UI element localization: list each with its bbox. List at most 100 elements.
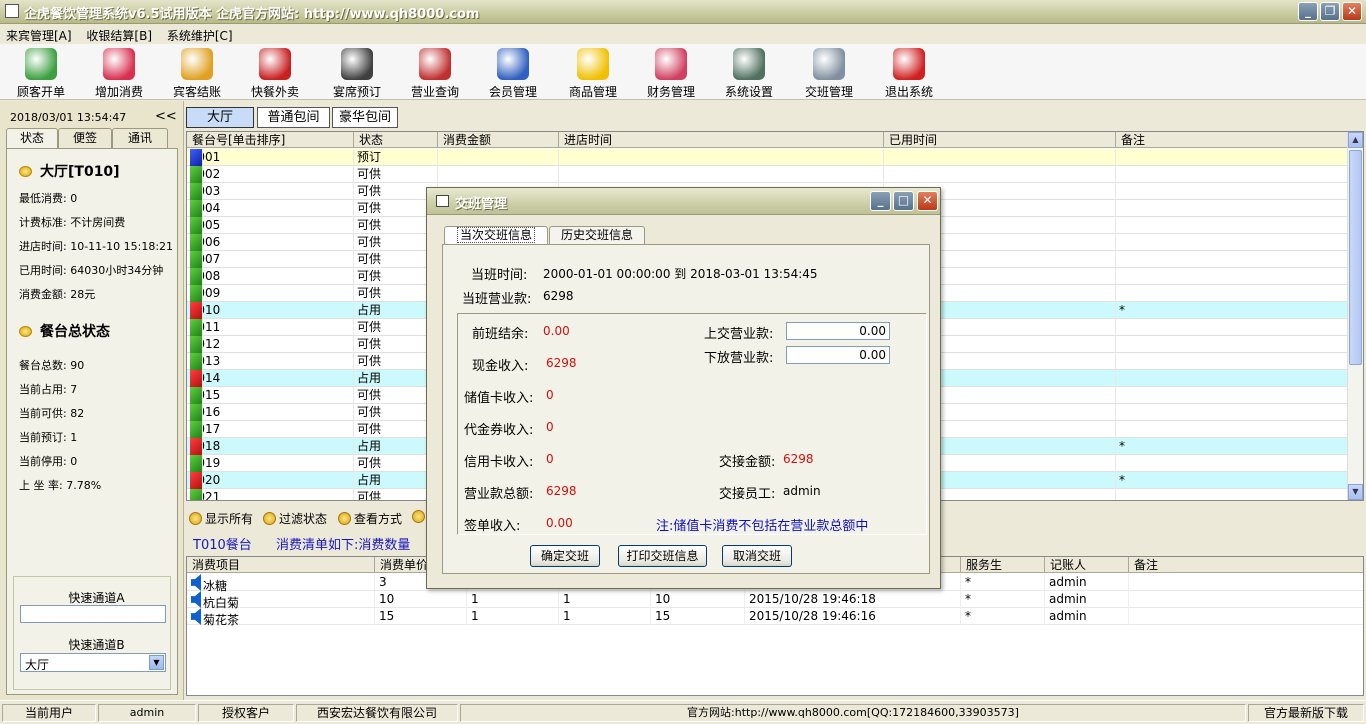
table-flag-icon	[190, 217, 203, 234]
tab-standard-room[interactable]: 普通包间	[257, 107, 330, 128]
toolbar-button-11[interactable]: 交班管理	[790, 48, 868, 99]
shift-revenue-label: 当班营业款:	[462, 292, 532, 307]
dialog-maximize-button[interactable]: □	[893, 191, 914, 211]
toolbar-button-9[interactable]: 财务管理	[632, 48, 710, 99]
toolbar-button-8[interactable]: 商品管理	[554, 48, 632, 99]
tab-shift-history[interactable]: 历史交班信息	[549, 226, 645, 245]
consumption-cell-item: 冰糖	[187, 574, 375, 593]
collapse-button[interactable]: <<	[155, 109, 177, 124]
toolbar-button-7[interactable]: 会员管理	[474, 48, 552, 99]
table-flag-icon	[190, 166, 203, 183]
col-elapsed[interactable]: 已用时间	[884, 132, 1116, 148]
cash-income-value: 6298	[546, 356, 577, 370]
col-note[interactable]: 备注	[1116, 132, 1349, 148]
print-handover-button[interactable]: 打印交班信息	[618, 545, 707, 567]
dialog-title-bar: 交班管理 _ □ ✕	[427, 188, 940, 215]
toolbar-button-3[interactable]: 宾客结账	[158, 48, 236, 99]
consumption-cell-waiter: *	[961, 608, 1045, 625]
toolbar-button-1[interactable]: 顾客开单	[2, 48, 80, 99]
col-remark[interactable]: 备注	[1129, 557, 1363, 573]
report-icon	[419, 48, 451, 80]
scroll-up-icon[interactable]: ▲	[1348, 132, 1363, 148]
col-clerk[interactable]: 记账人	[1045, 557, 1129, 573]
shift-time-value: 2000-01-01 00:00:00 到 2018-03-01 13:54:4…	[543, 267, 818, 281]
consumption-cell-c4: 1	[559, 591, 651, 608]
shift-handover-dialog: 交班管理 _ □ ✕ 当次交班信息 历史交班信息 当班时间: 2000-01-0…	[426, 187, 941, 589]
payment-group: 前班结余: 0.00 现金收入: 6298 储值卡收入: 0 代金券收入: 0 …	[457, 313, 927, 535]
tab-status[interactable]: 状态	[6, 128, 58, 149]
menu-guest-management[interactable]: 来宾管理[A]	[0, 24, 77, 44]
info-amount: 消费金额: 28元	[19, 288, 96, 301]
cell-note	[1116, 404, 1349, 421]
cell-note	[1116, 166, 1349, 183]
tab-current-shift[interactable]: 当次交班信息	[444, 226, 548, 245]
confirm-handover-button[interactable]: 确定交班	[530, 545, 600, 567]
status-current-user-label: 当前用户	[2, 704, 96, 722]
summary-disabled: 当前停用: 0	[19, 455, 78, 468]
quick-channel-a-input[interactable]	[20, 605, 166, 623]
table-flag-icon	[190, 268, 203, 285]
tab-hall[interactable]: 大厅	[186, 107, 254, 128]
submit-revenue-input[interactable]: 0.00	[786, 322, 890, 340]
filter-status-button[interactable]: 过滤状态	[263, 510, 327, 527]
toolbar-button-6[interactable]: 营业查询	[396, 48, 474, 99]
dialog-close-button[interactable]: ✕	[917, 191, 938, 211]
table-flag-icon	[190, 336, 203, 353]
table-row[interactable]: T002 可供	[187, 166, 1349, 183]
toolbar-button-2[interactable]: 增加消费	[80, 48, 158, 99]
table-row[interactable]: T001 预订	[187, 149, 1349, 166]
consumption-cell-c3: 1	[467, 591, 559, 608]
cell-note	[1116, 370, 1349, 387]
menu-system-maintenance[interactable]: 系统维护[C]	[161, 24, 238, 44]
cell-checkin	[559, 149, 884, 166]
cell-table-no: T016	[187, 404, 354, 421]
tab-notes[interactable]: 便签	[58, 128, 112, 148]
grid-scrollbar[interactable]: ▲ ▼	[1347, 132, 1363, 500]
consumption-cell-item: 杭白菊	[187, 591, 375, 610]
toolbar-button-12[interactable]: 退出系统	[870, 48, 948, 99]
toolbar-label: 顾客开单	[16, 85, 65, 99]
consumption-row[interactable]: 杭白菊 10 1 1 10 2015/10/28 19:46:18 * admin	[187, 591, 1363, 610]
scroll-thumb[interactable]	[1349, 150, 1362, 365]
tab-communication[interactable]: 通讯	[112, 128, 168, 148]
table-flag-icon	[190, 370, 203, 387]
menu-cashier[interactable]: 收银结算[B]	[80, 24, 157, 44]
col-waiter[interactable]: 服务生	[961, 557, 1045, 573]
consumption-cell-clerk: admin	[1045, 574, 1129, 591]
dialog-panel: 当班时间: 2000-01-01 00:00:00 到 2018-03-01 1…	[442, 244, 930, 574]
col-amount[interactable]: 消费金额	[438, 132, 559, 148]
minimize-button[interactable]: _	[1298, 2, 1318, 21]
restore-button[interactable]: ❐	[1320, 2, 1340, 21]
toolbar-button-10[interactable]: 系统设置	[710, 48, 788, 99]
status-download-link[interactable]: 官方最新版下载	[1248, 704, 1364, 722]
toolbar-button-4[interactable]: 快餐外卖	[236, 48, 314, 99]
cell-note	[1116, 336, 1349, 353]
cancel-handover-button[interactable]: 取消交班	[722, 545, 792, 567]
dialog-minimize-button[interactable]: _	[870, 191, 891, 211]
quick-channel-b-select[interactable]: 大厅 ▼	[20, 653, 166, 672]
scroll-down-icon[interactable]: ▼	[1348, 484, 1363, 500]
cell-table-no: T019	[187, 455, 354, 472]
col-table-no[interactable]: 餐台号[单击排序]	[187, 132, 354, 148]
col-item[interactable]: 消费项目	[187, 557, 375, 573]
show-all-button[interactable]: 显示所有	[189, 510, 253, 527]
chevron-down-icon[interactable]: ▼	[149, 655, 164, 670]
revenue-total-label: 营业款总额:	[464, 487, 534, 502]
coin-icon	[189, 512, 202, 525]
current-datetime: 2018/03/01 13:54:47	[10, 111, 127, 124]
close-button[interactable]: ✕	[1342, 2, 1362, 21]
col-status[interactable]: 状态	[354, 132, 438, 148]
table-flag-icon	[190, 421, 203, 438]
consumption-row[interactable]: 菊花茶 15 1 1 15 2015/10/28 19:46:16 * admin	[187, 608, 1363, 627]
cell-note	[1116, 149, 1349, 166]
cell-table-no: T010	[187, 302, 354, 319]
cell-table-no: T001	[187, 149, 354, 166]
toolbar-button-5[interactable]: 宴席预订	[318, 48, 396, 99]
col-checkin[interactable]: 进店时间	[559, 132, 884, 148]
consumption-cell-clerk: admin	[1045, 608, 1129, 625]
lower-revenue-input[interactable]: 0.00	[786, 346, 890, 364]
table-flag-icon	[190, 489, 203, 500]
view-mode-button[interactable]: 查看方式	[338, 510, 402, 527]
consumption-cell-waiter: *	[961, 574, 1045, 591]
tab-deluxe-room[interactable]: 豪华包间	[332, 107, 398, 128]
